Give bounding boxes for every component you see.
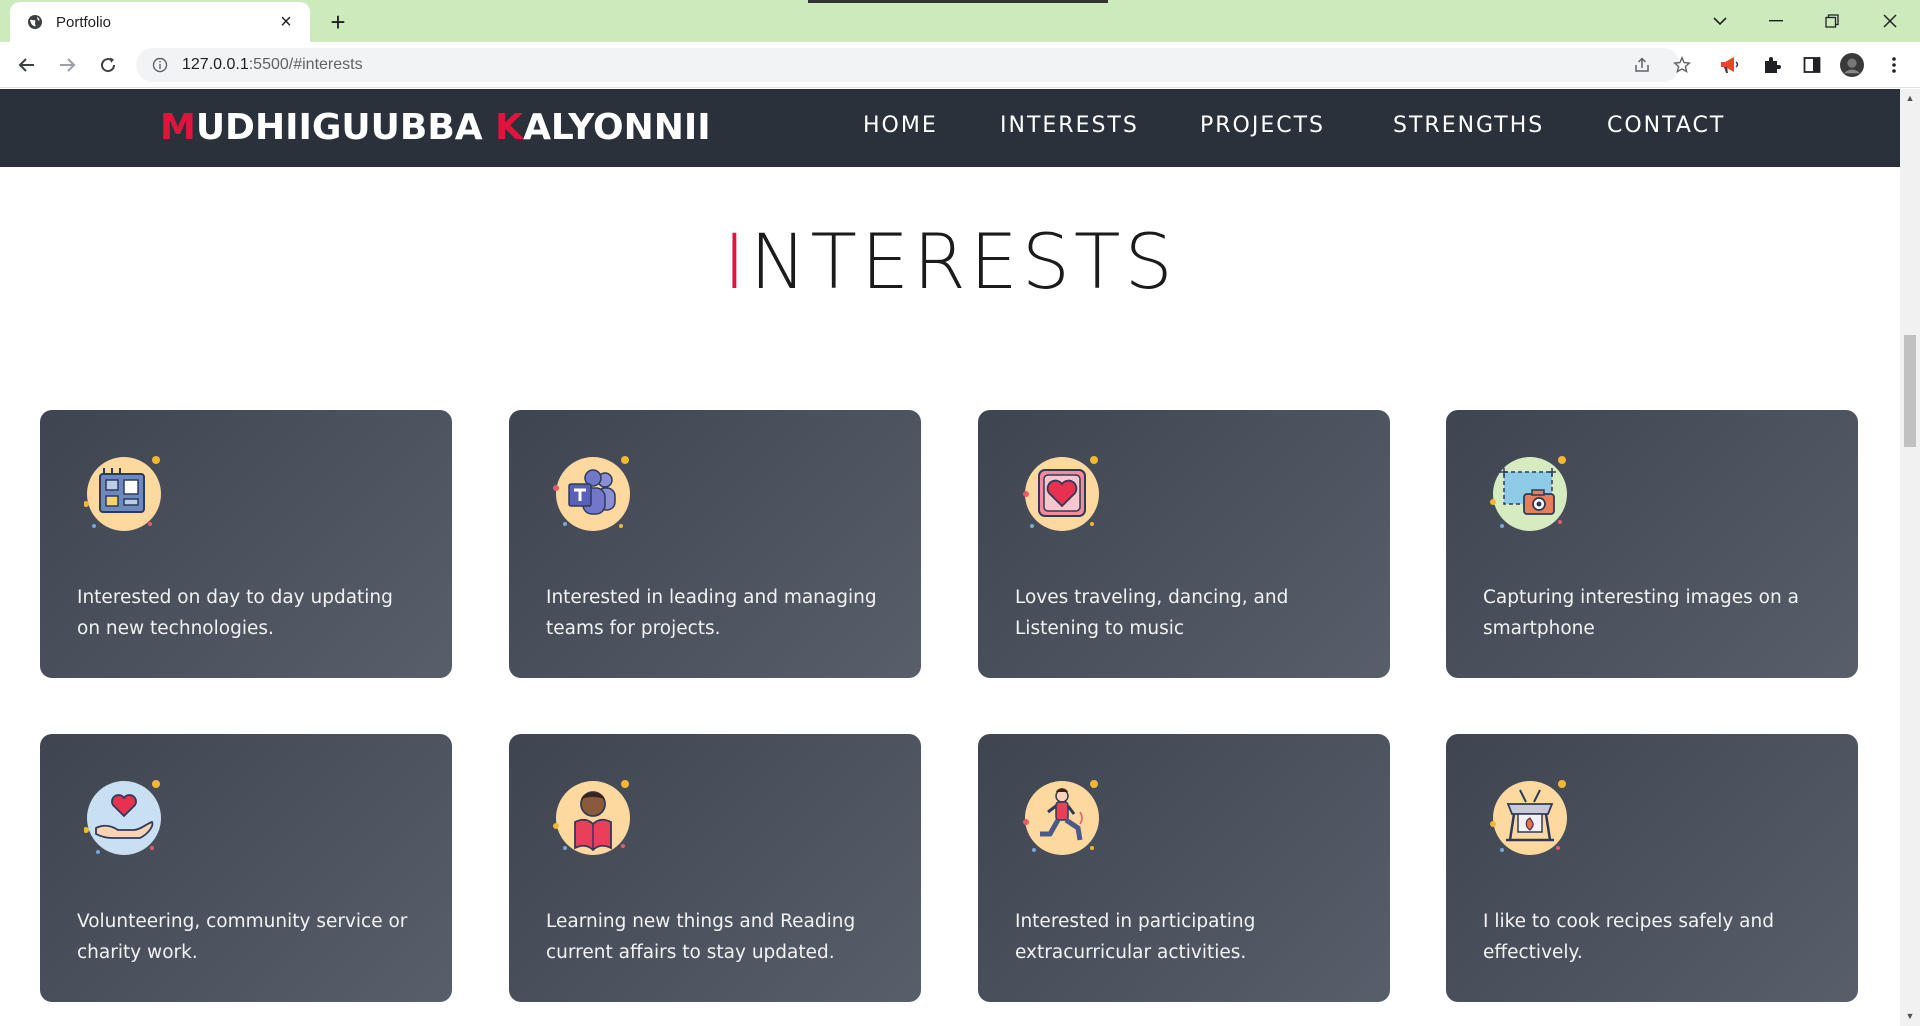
cooking-pot-icon — [1490, 778, 1570, 858]
browser-toolbar: 127.0.0.1:5500/#interests — [0, 42, 1920, 88]
title-initial: I — [723, 217, 750, 306]
tabstrip-indicator — [808, 0, 1108, 3]
interest-card: Volunteering, community service or chari… — [40, 734, 452, 1002]
interest-text: Capturing interesting images on a smartp… — [1483, 587, 1799, 639]
share-icon[interactable] — [1631, 54, 1653, 76]
puzzle-icon[interactable] — [1760, 53, 1784, 77]
interest-text: I like to cook recipes safely and effect… — [1483, 911, 1774, 963]
back-button[interactable] — [13, 51, 41, 79]
camera-icon — [1490, 454, 1570, 534]
interest-text: Learning new things and Reading current … — [546, 911, 856, 963]
teams-icon — [553, 454, 633, 534]
nav-projects[interactable]: PROJECTS — [1200, 113, 1325, 138]
section-title: INTERESTS — [0, 217, 1900, 306]
interest-card: Interested in participating extracurricu… — [978, 734, 1390, 1002]
interest-card: Learning new things and Reading current … — [509, 734, 921, 1002]
globe-icon — [26, 13, 44, 31]
site-brand[interactable]: MUDHIIGUUBBA KALYONNII — [160, 107, 711, 148]
charity-hand-icon — [83, 778, 164, 858]
heart-frame-icon — [1022, 454, 1102, 534]
restore-button[interactable] — [1804, 0, 1860, 42]
interest-card: Capturing interesting images on a smartp… — [1446, 410, 1858, 678]
browser-tab[interactable]: Portfolio × — [10, 2, 310, 42]
nav-strengths[interactable]: STRENGTHS — [1393, 113, 1544, 138]
exercise-person-icon — [1022, 778, 1102, 858]
nav-home[interactable]: HOME — [863, 113, 938, 138]
title-rest: NTERESTS — [749, 217, 1177, 306]
interest-card: Loves traveling, dancing, and Listening … — [978, 410, 1390, 678]
arrow-left-icon — [18, 58, 34, 72]
arrow-right-icon — [60, 58, 76, 72]
side-panel-icon[interactable] — [1800, 53, 1824, 77]
minimize-button[interactable] — [1748, 0, 1804, 42]
close-window-button[interactable] — [1862, 0, 1918, 42]
scroll-up-arrow-icon[interactable]: ▲ — [1905, 93, 1915, 103]
brand-initial-first: M — [160, 107, 196, 148]
avatar[interactable] — [1840, 53, 1864, 77]
browser-tab-bar: Portfolio × + — [0, 0, 1920, 42]
url-path: :5500/#interests — [248, 56, 363, 73]
forward-button[interactable] — [53, 51, 81, 79]
interest-card: Interested in leading and managing teams… — [509, 410, 921, 678]
interest-card: Interested on day to day updating on new… — [40, 410, 452, 678]
tab-title: Portfolio — [56, 13, 112, 31]
scroll-thumb[interactable] — [1904, 335, 1916, 447]
interest-card: I like to cook recipes safely and effect… — [1446, 734, 1858, 1002]
brand-last-name: ALYONNII — [523, 107, 711, 148]
close-icon — [1883, 14, 1897, 28]
brand-first-name: UDHIIGUUBBA — [195, 107, 496, 148]
interest-text: Loves traveling, dancing, and Listening … — [1015, 587, 1289, 639]
more-menu-icon[interactable] — [1882, 53, 1906, 77]
chevron-down-icon — [1713, 17, 1727, 26]
brand-initial-last: K — [495, 107, 524, 148]
megaphone-icon[interactable] — [1718, 53, 1742, 77]
tab-close-button[interactable]: × — [276, 12, 296, 32]
star-icon[interactable] — [1671, 54, 1693, 76]
info-icon[interactable] — [150, 55, 170, 75]
page-viewport: MUDHIIGUUBBA KALYONNII HOME INTERESTS PR… — [0, 89, 1900, 1026]
scroll-down-arrow-icon[interactable]: ▼ — [1905, 1011, 1915, 1021]
reading-person-icon — [553, 778, 633, 858]
interest-text: Interested in participating extracurricu… — [1015, 911, 1256, 963]
reload-icon — [101, 57, 116, 73]
minimize-icon — [1769, 20, 1783, 22]
page-scrollbar[interactable]: ▲ ▼ — [1900, 89, 1920, 1026]
reload-button[interactable] — [94, 51, 122, 79]
interest-text: Interested in leading and managing teams… — [546, 587, 877, 639]
url-host: 127.0.0.1 — [182, 56, 249, 73]
tab-search-button[interactable] — [1692, 0, 1748, 42]
motherboard-icon — [83, 454, 164, 534]
restore-icon — [1825, 14, 1839, 28]
interest-text: Volunteering, community service or chari… — [77, 911, 408, 963]
interest-text: Interested on day to day updating on new… — [77, 587, 393, 639]
url-text[interactable]: 127.0.0.1:5500/#interests — [182, 56, 363, 74]
new-tab-button[interactable]: + — [324, 8, 352, 36]
nav-contact[interactable]: CONTACT — [1607, 113, 1725, 138]
site-navbar: MUDHIIGUUBBA KALYONNII HOME INTERESTS PR… — [0, 89, 1900, 167]
nav-interests[interactable]: INTERESTS — [1000, 113, 1139, 138]
address-bar[interactable]: 127.0.0.1:5500/#interests — [136, 48, 1680, 82]
